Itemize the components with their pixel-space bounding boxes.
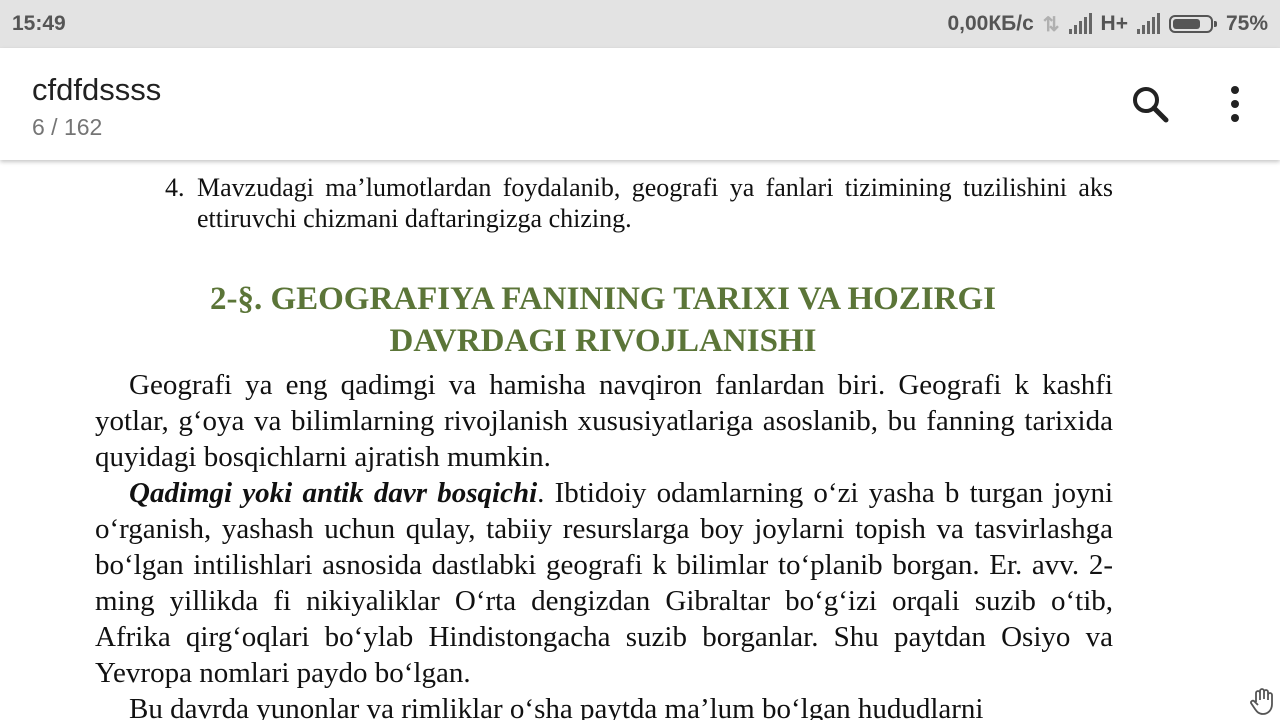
section-heading: 2-§. GEOGRAFIYA FANINING TARIXI VA HOZIR… [95, 278, 1111, 362]
heading-line-1: 2-§. GEOGRAFIYA FANINING TARIXI VA HOZIR… [209, 281, 997, 317]
status-bar: 15:49 0,00КБ/с ⇅ H+ 75% [0, 0, 1280, 48]
more-options-button[interactable] [1218, 84, 1254, 124]
signal-icon [1068, 13, 1092, 34]
search-icon [1133, 87, 1169, 123]
heading-line-2: DAVRDAGI RIVOJLANISHI [389, 323, 817, 359]
status-indicators: 0,00КБ/с ⇅ H+ 75% [947, 12, 1268, 37]
list-item-number: 4. [165, 173, 185, 202]
hand-icon-graphic [1250, 688, 1273, 715]
battery-fill [1172, 19, 1200, 29]
paragraph-2-bold-term: Qadimgi yoki antik davr bosqichi [129, 477, 538, 509]
battery-icon [1168, 15, 1217, 33]
document-title: cfdfdssss [32, 72, 162, 107]
hand-gesture-icon[interactable] [1248, 686, 1278, 716]
search-button[interactable] [1128, 82, 1172, 126]
body-text: Geografi ya eng qadimgi va hamisha navqi… [95, 367, 1113, 720]
network-type: H+ [1100, 12, 1128, 35]
paragraph-1: Geografi ya eng qadimgi va hamisha navqi… [95, 369, 1113, 473]
data-arrows-icon: ⇅ [1042, 13, 1060, 36]
document-page[interactable]: 4. Mavzudagi ma’lumotlardan foydalanib, … [0, 160, 1280, 720]
status-time: 15:49 [12, 12, 66, 35]
battery-percent: 75% [1225, 12, 1268, 35]
paragraph-3: Bu davrda yunonlar va rimliklar o‘sha pa… [129, 693, 984, 720]
list-item-text: Mavzudagi ma’lumotlardan foydalanib, geo… [197, 173, 1113, 233]
clipped-previous-line [196, 160, 616, 164]
paragraph-2: Qadimgi yoki antik davr bosqichi. Ibtido… [95, 475, 1113, 691]
app-bar: cfdfdssss 6 / 162 [0, 48, 1280, 160]
page-indicator: 6 / 162 [32, 114, 103, 140]
network-speed: 0,00КБ/с [947, 12, 1034, 35]
signal-icon-2 [1136, 13, 1160, 34]
